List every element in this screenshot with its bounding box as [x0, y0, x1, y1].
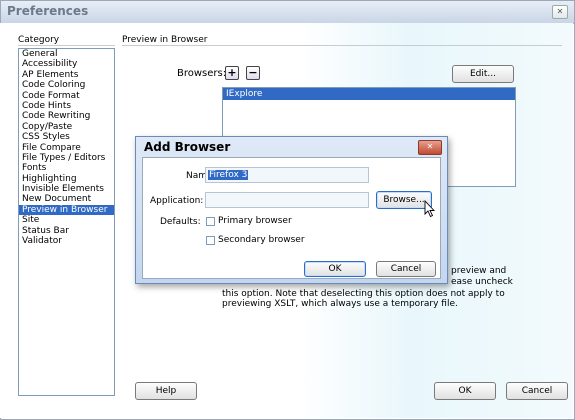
category-item[interactable]: Invisible Elements [19, 184, 114, 194]
category-item[interactable]: Fonts [19, 163, 114, 173]
title-bar: Preferences ✕ [1, 1, 574, 24]
category-heading: Category [18, 35, 60, 45]
remove-browser-button[interactable]: − [246, 66, 260, 80]
primary-browser-label: Primary browser [218, 216, 292, 226]
category-item[interactable]: Site [19, 215, 114, 225]
dialog-title: Add Browser [144, 140, 231, 154]
window-title: Preferences [7, 4, 89, 18]
category-list[interactable]: General Accessibility AP Elements Code Colo… [18, 48, 115, 396]
application-label: Application: [150, 196, 204, 206]
description-line-4: previewing XSLT, which always use a temp… [222, 299, 458, 309]
category-item[interactable]: File Types / Editors [19, 153, 114, 163]
primary-browser-checkbox[interactable] [206, 217, 215, 226]
add-browser-button[interactable]: + [225, 66, 239, 80]
category-item[interactable]: Preview in Browser [19, 204, 114, 216]
secondary-browser-label: Secondary browser [218, 235, 305, 245]
name-field-value: Firefox 3 [208, 170, 249, 180]
category-item[interactable]: Status Bar [19, 226, 114, 236]
category-item[interactable]: CSS Styles [19, 132, 114, 142]
category-item[interactable]: Code Rewriting [19, 111, 114, 121]
arrow-cursor-icon [424, 200, 436, 218]
browser-list-item[interactable]: IExplore [223, 88, 515, 100]
dialog-ok-button[interactable]: OK [304, 261, 366, 277]
category-item[interactable]: Code Format [19, 91, 114, 101]
category-item[interactable]: Copy/Paste [19, 122, 114, 132]
description-fragment-2: ease uncheck [451, 277, 513, 287]
category-item[interactable]: Highlighting [19, 174, 114, 184]
panel-divider [122, 45, 562, 46]
name-field[interactable]: Firefox 3 [205, 167, 369, 183]
category-item[interactable]: New Document [19, 194, 114, 204]
category-divider [18, 45, 115, 46]
description-fragment-1: preview and [451, 266, 507, 276]
category-item[interactable]: File Compare [19, 143, 114, 153]
application-field[interactable] [205, 192, 369, 208]
browsers-label: Browsers: [177, 68, 227, 79]
window-close-button[interactable]: ✕ [552, 5, 568, 19]
edit-button[interactable]: Edit... [452, 65, 514, 83]
panel-heading: Preview in Browser [122, 35, 208, 45]
dialog-cancel-button[interactable]: Cancel [376, 261, 436, 277]
category-item[interactable]: Code Hints [19, 101, 114, 111]
category-item[interactable]: Accessibility [19, 59, 114, 69]
add-browser-dialog: Add Browser ✕ Name: Firefox 3 Applicatio… [135, 136, 448, 284]
preferences-cancel-button[interactable]: Cancel [506, 382, 568, 400]
help-button[interactable]: Help [135, 382, 197, 400]
defaults-label: Defaults: [160, 217, 201, 227]
secondary-browser-checkbox[interactable] [206, 236, 215, 245]
category-item[interactable]: AP Elements [19, 70, 114, 80]
dialog-close-button[interactable]: ✕ [418, 140, 442, 155]
description-line-3: this option. Note that deselecting this … [222, 289, 505, 299]
category-item[interactable]: General [19, 49, 114, 59]
category-item[interactable]: Validator [19, 236, 114, 246]
category-item[interactable]: Code Coloring [19, 80, 114, 90]
dialog-body: Name: Firefox 3 Application: Browse... D… [142, 157, 441, 279]
preferences-ok-button[interactable]: OK [434, 382, 496, 400]
